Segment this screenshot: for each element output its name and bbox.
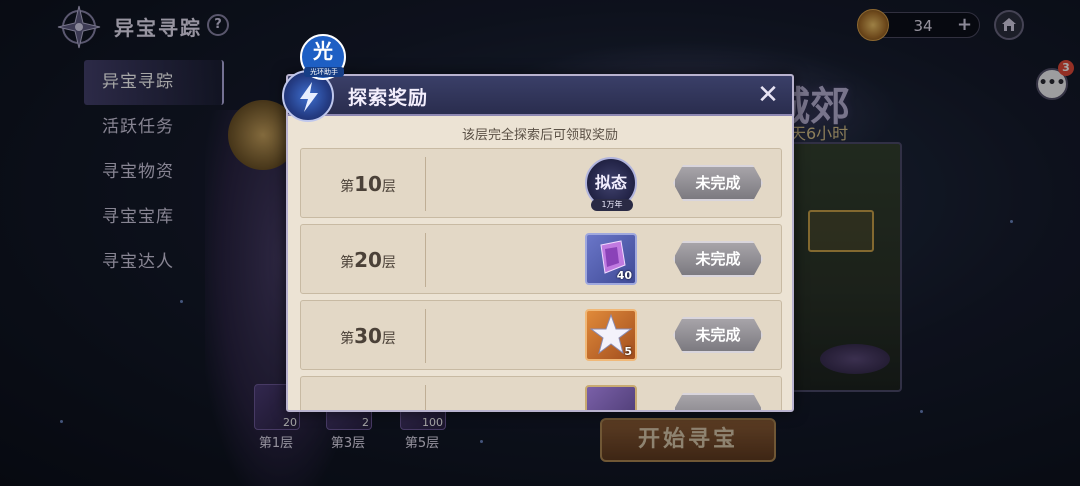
close-button[interactable]: ✕ <box>754 81 782 109</box>
reward-row: 第10层 拟态 1万年 未完成 <box>300 148 782 218</box>
reward-quantity: 5 <box>624 345 632 358</box>
reward-row: 第30层 5 未完成 <box>300 300 782 370</box>
mimic-token-reward[interactable]: 拟态 1万年 <box>585 157 637 211</box>
floor-suffix: 层 <box>381 179 396 195</box>
floor-label: 第20层 <box>315 225 421 295</box>
assistant-label: 光环助手 <box>304 67 344 77</box>
reward-name: 拟态 <box>594 173 627 192</box>
row-divider <box>425 309 426 363</box>
close-icon: ✕ <box>757 80 779 110</box>
reward-quantity: 40 <box>616 269 632 282</box>
floor-suffix: 层 <box>381 331 396 347</box>
reward-row: 第20层 40 未完成 <box>300 224 782 294</box>
floor-suffix: 层 <box>381 255 396 271</box>
floor-number: 30 <box>354 324 382 348</box>
crystal-reward[interactable]: 40 <box>585 233 637 285</box>
shard-reward[interactable]: 5 <box>585 309 637 361</box>
status-button[interactable] <box>673 393 763 410</box>
status-button[interactable]: 未完成 <box>673 317 763 353</box>
floor-label: 第30层 <box>315 301 421 371</box>
floor-number: 20 <box>354 248 382 272</box>
floor-prefix: 第 <box>340 255 355 271</box>
dialog-title: 探索奖励 <box>348 87 429 109</box>
status-button[interactable]: 未完成 <box>673 241 763 277</box>
assistant-glyph: 光 <box>313 39 333 63</box>
floor-label: 第10层 <box>315 149 421 219</box>
status-button[interactable]: 未完成 <box>673 165 763 201</box>
row-divider <box>425 385 426 410</box>
exploration-reward-dialog: 探索奖励 ✕ 该层完全探索后可领取奖励 第10层 拟态 1万年 未完成 第20层 <box>286 74 794 412</box>
reward-row <box>300 376 782 410</box>
assistant-avatar[interactable]: 光 光环助手 <box>300 34 346 80</box>
dialog-subtitle: 该层完全探索后可领取奖励 <box>461 128 618 143</box>
reward-tag: 1万年 <box>591 199 633 211</box>
floor-number: 10 <box>354 172 382 196</box>
row-divider <box>425 233 426 287</box>
floor-prefix: 第 <box>340 179 355 195</box>
dialog-header: 探索奖励 ✕ <box>288 76 792 116</box>
lightning-icon <box>300 82 318 112</box>
orb-reward[interactable] <box>585 385 637 410</box>
floor-prefix: 第 <box>340 331 355 347</box>
row-divider <box>425 157 426 211</box>
